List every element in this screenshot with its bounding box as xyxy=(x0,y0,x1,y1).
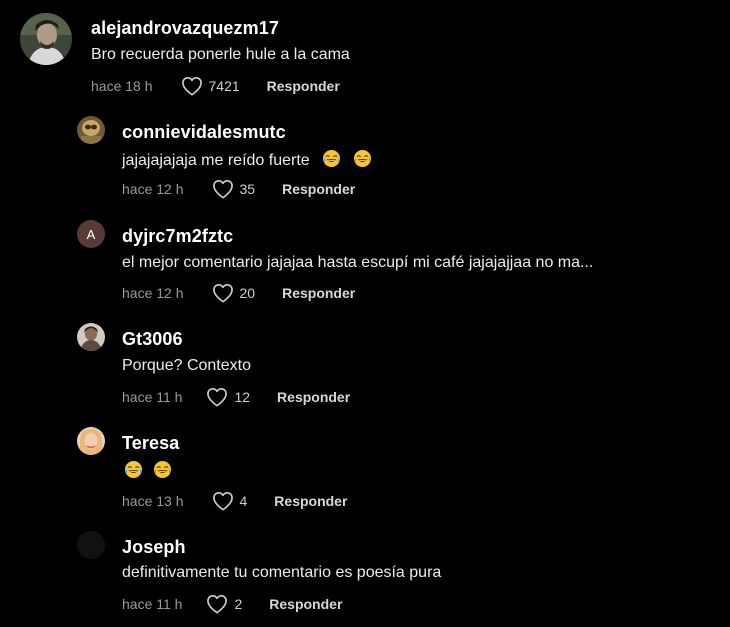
comment-meta: hace 13 h 4 Responder xyxy=(122,490,347,512)
reply-button[interactable]: Responder xyxy=(282,285,355,301)
profile-photo-icon xyxy=(77,427,105,455)
avatar[interactable]: A xyxy=(77,220,105,248)
profile-photo-icon xyxy=(77,323,105,351)
like-count: 4 xyxy=(239,493,248,509)
reply-button[interactable]: Responder xyxy=(267,78,340,94)
face-with-tears-of-joy-icon xyxy=(353,149,372,168)
comment-username[interactable]: connievidalesmutc xyxy=(122,122,286,143)
comment-username[interactable]: dyjrc7m2fztc xyxy=(122,226,233,247)
comment-timestamp: hace 12 h xyxy=(122,181,184,197)
comment-meta: hace 11 h 2 Responder xyxy=(122,593,342,615)
comment-timestamp: hace 18 h xyxy=(91,78,153,94)
profile-photo-icon xyxy=(20,13,72,65)
comment-timestamp: hace 12 h xyxy=(122,285,184,301)
comment-username[interactable]: Joseph xyxy=(122,537,186,558)
like-count: 12 xyxy=(234,389,251,405)
comment-timestamp: hace 13 h xyxy=(122,493,184,509)
heart-icon xyxy=(212,491,234,511)
like-button[interactable]: 2 xyxy=(206,594,242,614)
like-count: 7421 xyxy=(208,78,240,94)
comment-username[interactable]: Gt3006 xyxy=(122,329,183,350)
like-button[interactable]: 20 xyxy=(212,283,256,303)
comment-text xyxy=(124,460,172,481)
comment-timestamp: hace 11 h xyxy=(122,596,183,612)
heart-icon xyxy=(212,179,234,199)
comment-username[interactable]: Teresa xyxy=(122,433,179,454)
avatar[interactable] xyxy=(20,13,72,65)
comment-text: jajajajajaja me reído fuerte xyxy=(122,149,372,170)
like-count: 20 xyxy=(239,285,256,301)
comment-text: el mejor comentario jajajaa hasta escupí… xyxy=(122,254,594,271)
profile-photo-icon xyxy=(77,116,105,144)
face-with-tears-of-joy-icon xyxy=(322,149,341,168)
like-count: 2 xyxy=(234,596,243,612)
reply-button[interactable]: Responder xyxy=(274,493,347,509)
comment-meta: hace 11 h 12 Responder xyxy=(122,386,350,408)
profile-photo-icon xyxy=(77,531,105,559)
comment-text: Porque? Contexto xyxy=(122,357,251,374)
comment-meta: hace 18 h 7421 Responder xyxy=(91,75,340,97)
avatar[interactable] xyxy=(77,531,105,559)
like-button[interactable]: 4 xyxy=(212,491,248,511)
like-button[interactable]: 35 xyxy=(212,179,256,199)
reply-button[interactable]: Responder xyxy=(269,596,342,612)
avatar[interactable] xyxy=(77,116,105,144)
like-button[interactable]: 7421 xyxy=(181,76,240,96)
like-button[interactable]: 12 xyxy=(206,387,250,407)
avatar-initial: A xyxy=(86,226,96,242)
reply-button[interactable]: Responder xyxy=(282,181,355,197)
face-with-tears-of-joy-icon xyxy=(124,460,143,479)
comment-timestamp: hace 11 h xyxy=(122,389,183,405)
heart-icon xyxy=(212,283,234,303)
face-with-tears-of-joy-icon xyxy=(153,460,172,479)
comment-text-content: jajajajajaja me reído fuerte xyxy=(122,152,310,169)
avatar[interactable] xyxy=(77,323,105,351)
comment-meta: hace 12 h 35 Responder xyxy=(122,178,355,200)
comment-text: definitivamente tu comentario es poesía … xyxy=(122,564,442,581)
heart-icon xyxy=(206,387,228,407)
comment-username[interactable]: alejandrovazquezm17 xyxy=(91,18,279,39)
comment-text: Bro recuerda ponerle hule a la cama xyxy=(91,46,350,63)
like-count: 35 xyxy=(239,181,256,197)
heart-icon xyxy=(181,76,203,96)
heart-icon xyxy=(206,594,228,614)
comment-meta: hace 12 h 20 Responder xyxy=(122,282,355,304)
reply-button[interactable]: Responder xyxy=(277,389,350,405)
avatar[interactable] xyxy=(77,427,105,455)
